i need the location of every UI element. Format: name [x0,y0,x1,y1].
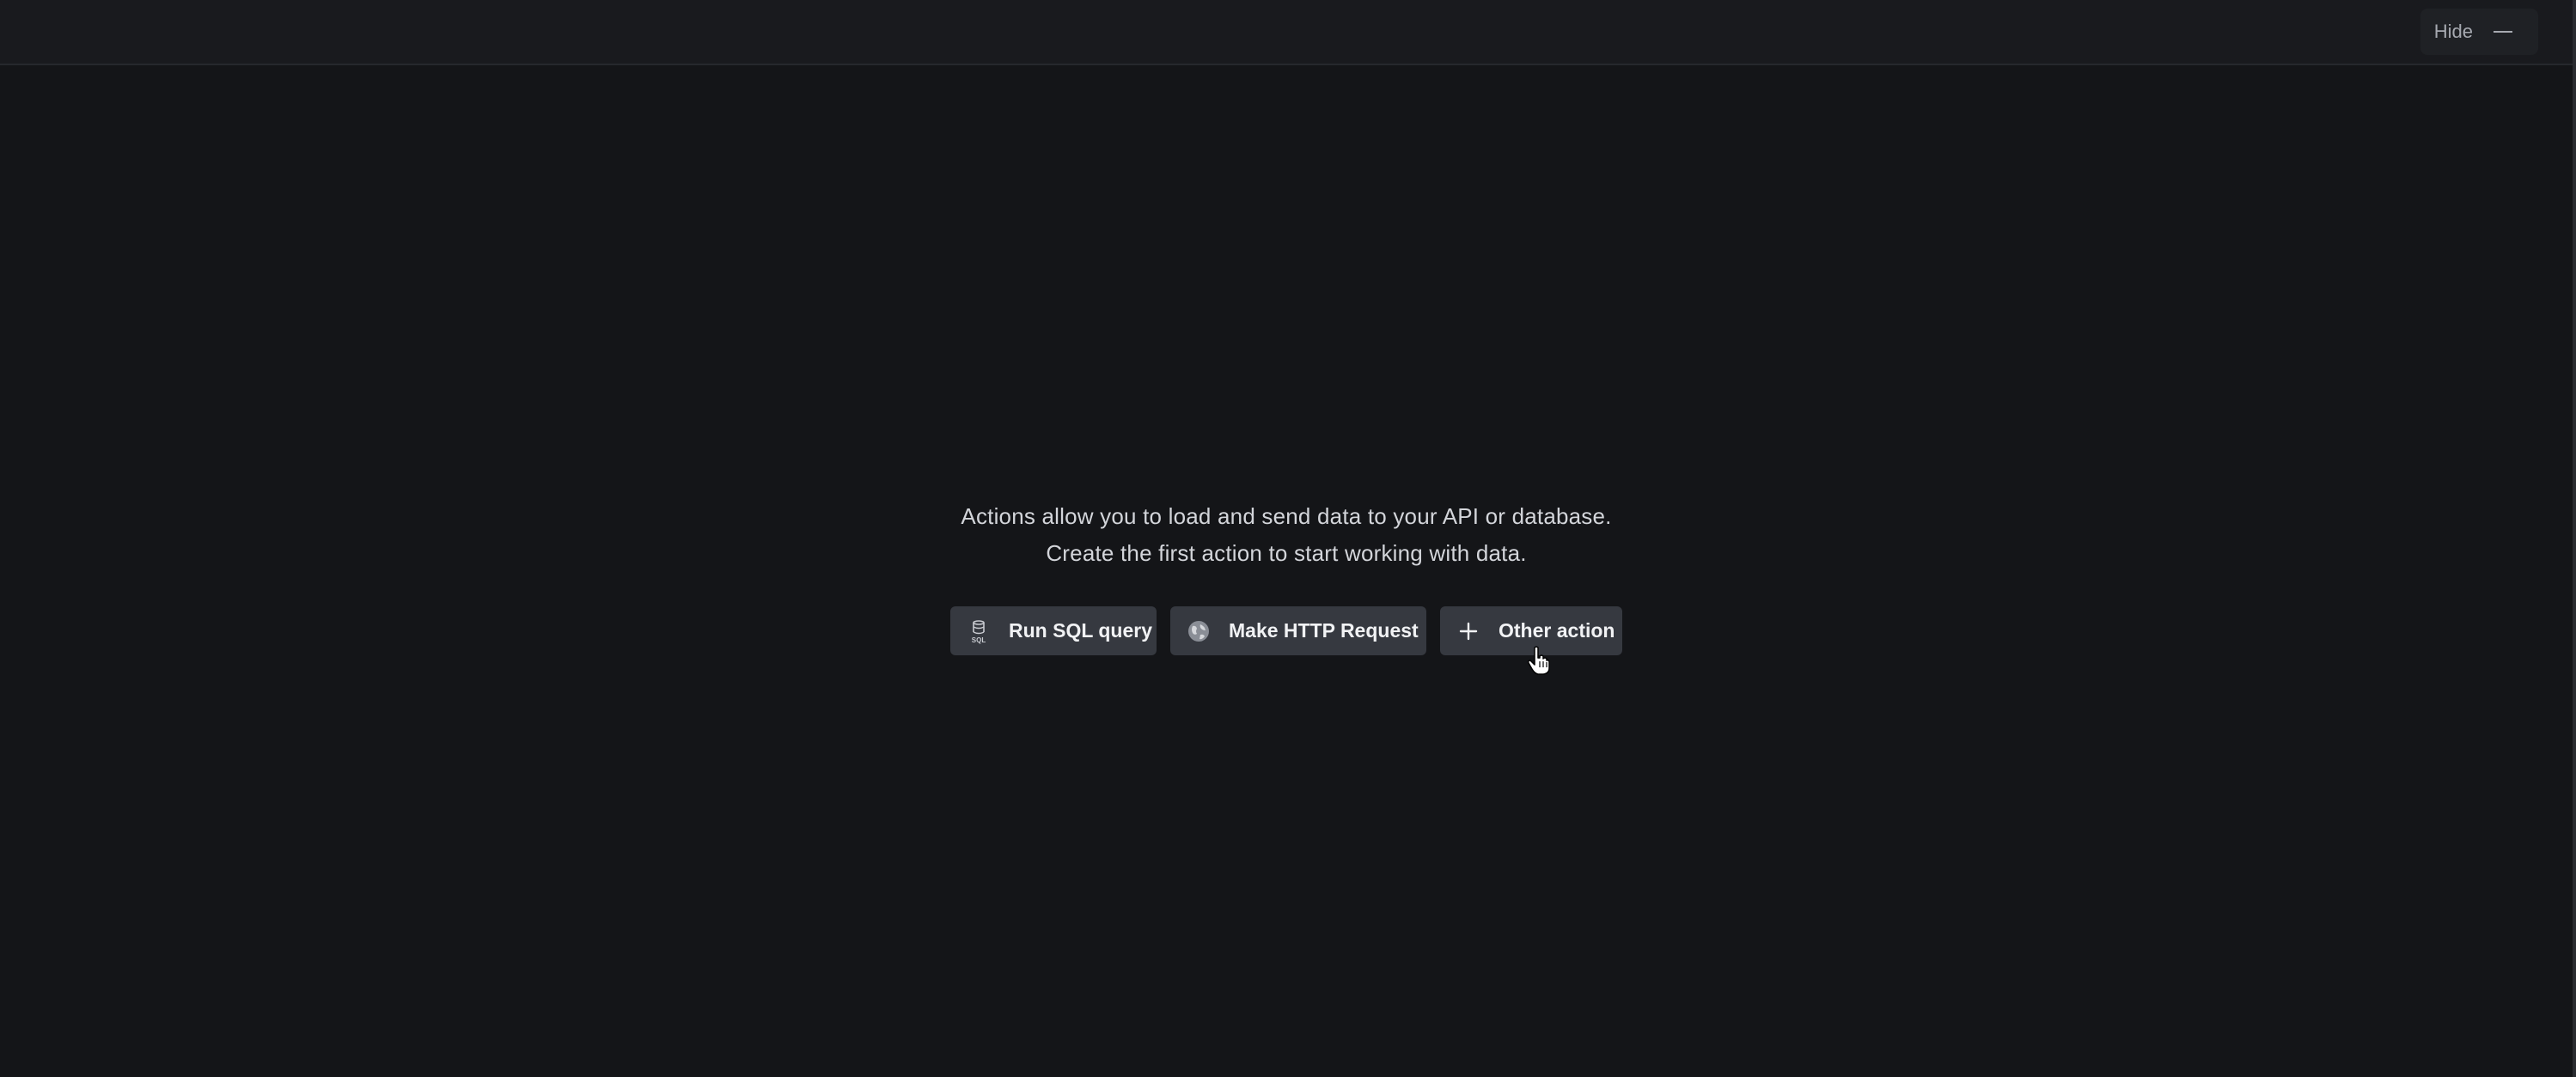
run-sql-query-label: Run SQL query [1009,619,1152,642]
svg-text:SQL: SQL [972,636,986,644]
empty-state-hint: Create the first action to start working… [1046,540,1527,566]
other-action-label: Other action [1499,619,1615,642]
empty-state-description: Actions allow you to load and send data … [961,503,1612,529]
panel-header: Hide [0,0,2573,65]
globe-icon [1186,618,1212,644]
run-sql-query-button[interactable]: SQL Run SQL query [950,606,1157,655]
make-http-request-label: Make HTTP Request [1229,619,1419,642]
make-http-request-button[interactable]: Make HTTP Request [1170,606,1426,655]
empty-state: Actions allow you to load and send data … [0,498,2573,655]
action-buttons: SQL Run SQL query Make HTTP Request Othe… [950,606,1622,655]
hide-button[interactable]: Hide [2420,9,2538,55]
actions-panel: Hide Actions allow you to load and send … [0,0,2576,1077]
sql-database-icon: SQL [966,618,992,644]
minus-icon [2494,31,2512,33]
hide-button-label: Hide [2433,21,2473,42]
plus-icon [1456,618,1481,644]
other-action-button[interactable]: Other action [1440,606,1622,655]
